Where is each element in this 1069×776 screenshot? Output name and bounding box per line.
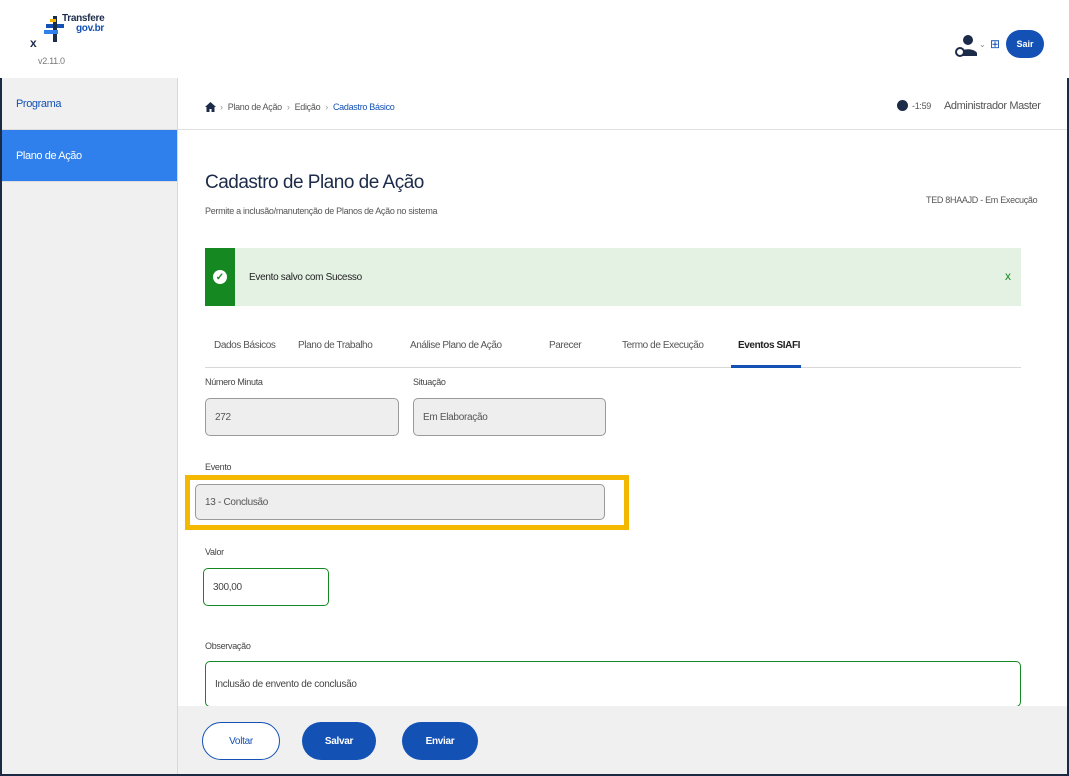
- sidebar-item-label: Plano de Ação: [16, 150, 82, 162]
- breadcrumb-bar: › Plano de Ação › Edição › Cadastro Bási…: [178, 78, 1067, 130]
- check-circle-icon: ✓: [213, 270, 227, 284]
- tab-plano-de-trabalho[interactable]: Plano de Trabalho: [298, 340, 373, 351]
- page-subtitle: Permite a inclusão/manutenção de Planos …: [205, 206, 438, 216]
- clock-icon: [897, 100, 908, 111]
- tab-termo-de-execucao[interactable]: Termo de Execução: [622, 340, 704, 351]
- sidebar-item-label: Programa: [16, 97, 62, 110]
- exit-button[interactable]: Sair: [1006, 30, 1044, 58]
- version-label: v2.11.0: [38, 56, 65, 66]
- breadcrumb-separator: ›: [220, 102, 223, 112]
- sidebar: Programa Plano de Ação: [2, 78, 178, 774]
- user-settings-icon[interactable]: [955, 34, 977, 58]
- sidebar-item-plano-de-acao[interactable]: Plano de Ação: [2, 130, 177, 182]
- tab-analise-plano-de-acao[interactable]: Análise Plano de Ação: [410, 340, 502, 351]
- observacao-label: Observação: [205, 641, 251, 651]
- highlight-box: [185, 475, 629, 530]
- close-icon[interactable]: x: [1005, 269, 1011, 283]
- situacao-field[interactable]: Em Elaboração: [413, 398, 606, 436]
- tab-bar: Dados Básicos Plano de Trabalho Análise …: [205, 328, 1021, 368]
- numero-minuta-field[interactable]: 272: [205, 398, 399, 436]
- alert-message: Evento salvo com Sucesso: [249, 272, 362, 283]
- close-icon[interactable]: x: [30, 36, 37, 50]
- page-title: Cadastro de Plano de Ação: [205, 172, 424, 193]
- apps-grid-icon[interactable]: ⊞: [990, 37, 1000, 51]
- evento-label: Evento: [205, 462, 232, 472]
- valor-field[interactable]: 300,00: [203, 568, 329, 606]
- back-button[interactable]: Voltar: [202, 722, 280, 760]
- breadcrumb-separator: ›: [325, 102, 328, 112]
- ted-status: TED 8HAAJD - Em Execução: [926, 195, 1038, 205]
- breadcrumb-item-edicao[interactable]: Edição: [295, 102, 321, 112]
- tab-parecer[interactable]: Parecer: [549, 340, 582, 351]
- session-timer: -1:59: [912, 101, 932, 111]
- situacao-label: Situação: [413, 377, 446, 387]
- sidebar-item-programa[interactable]: Programa: [2, 78, 177, 130]
- tab-dados-basicos[interactable]: Dados Básicos: [214, 340, 276, 351]
- tab-eventos-siafi[interactable]: Eventos SIAFI: [738, 340, 800, 351]
- action-bar: Voltar Salvar Enviar: [178, 706, 1067, 774]
- breadcrumb-item-cadastro-basico: Cadastro Básico: [332, 102, 395, 112]
- chevron-down-icon[interactable]: ⌄: [979, 40, 986, 49]
- numero-minuta-label: Número Minuta: [205, 377, 263, 387]
- success-alert: ✓ Evento salvo com Sucesso x: [205, 248, 1021, 306]
- active-tab-indicator: [731, 365, 801, 368]
- logo-line2: gov.br: [76, 23, 105, 34]
- breadcrumb-separator: ›: [286, 102, 290, 112]
- alert-icon-area: ✓: [205, 248, 235, 306]
- top-header: x Transfere gov.br v2.11.0 ⌄ ⊞ Sair: [0, 0, 1069, 78]
- user-name: Administrador Master: [944, 100, 1041, 112]
- observacao-textarea[interactable]: Inclusão de envento de conclusão: [205, 661, 1021, 707]
- home-icon[interactable]: [205, 102, 216, 112]
- send-button[interactable]: Enviar: [402, 722, 478, 760]
- breadcrumb: › Plano de Ação › Edição › Cadastro Bási…: [220, 102, 395, 112]
- logo-text: Transfere gov.br: [62, 14, 105, 34]
- valor-label: Valor: [205, 547, 224, 557]
- breadcrumb-item-plano-de-acao[interactable]: Plano de Ação: [228, 102, 282, 112]
- save-button[interactable]: Salvar: [302, 722, 376, 760]
